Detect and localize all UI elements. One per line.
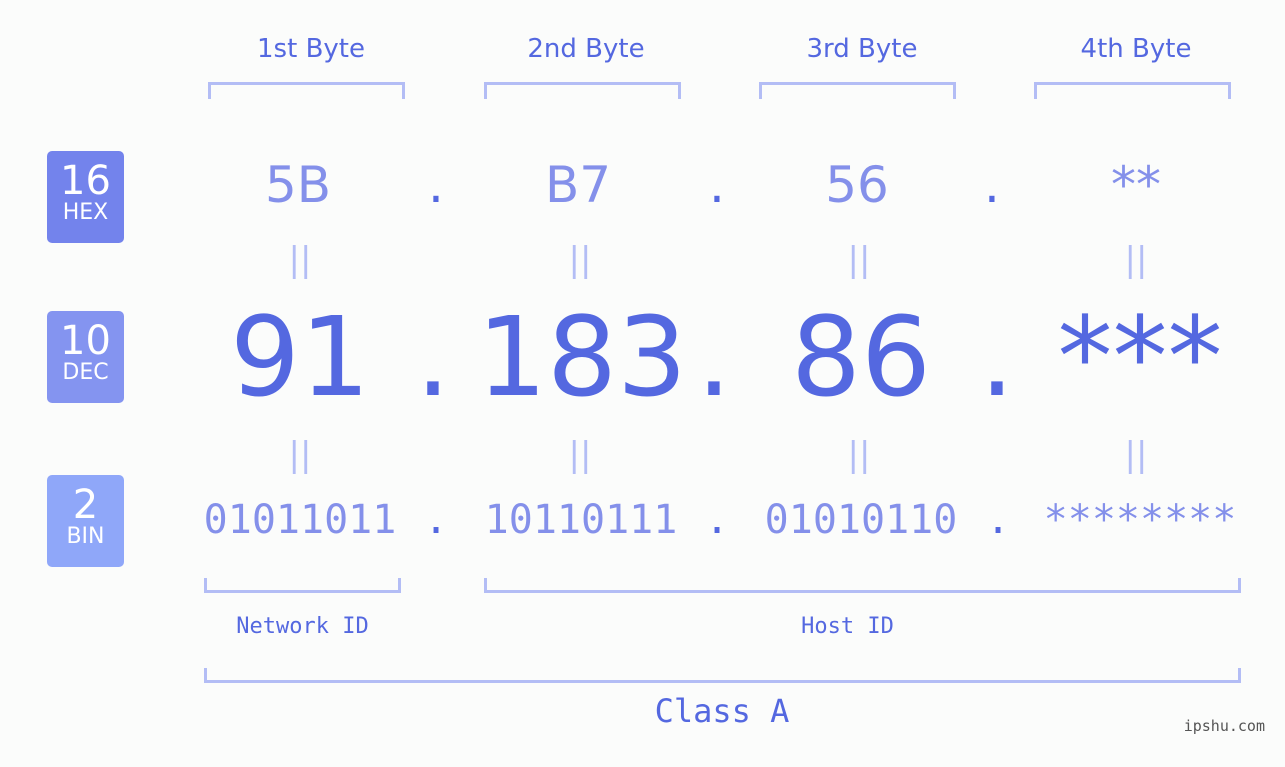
dec-byte-2: 183 [477,293,687,421]
dec-dot: . [696,293,732,421]
equals-sign: || [288,435,312,475]
equals-sign: || [568,435,592,475]
hex-byte-4: ** [1111,156,1161,214]
bin-dot: . [985,497,1011,543]
equals-sign: || [288,240,312,280]
bin-dot: . [423,497,449,543]
bin-byte-4: ******** [1043,497,1237,543]
bin-byte-1: 01011011 [203,497,397,543]
hex-badge-number: 16 [60,158,111,204]
bin-badge-label: BIN [66,524,105,549]
watermark: ipshu.com [1183,717,1265,735]
network-id-label: Network ID [236,614,369,639]
bin-badge-number: 2 [72,482,99,528]
header-byte-4: 4th Byte [1080,34,1192,64]
dec-dot: . [415,293,451,421]
class-label: Class A [654,692,790,730]
bracket-byte-4 [1034,82,1231,99]
bracket-byte-1 [208,82,405,99]
bracket-byte-2 [484,82,681,99]
class-bracket [204,668,1241,683]
dec-badge-number: 10 [60,318,111,364]
network-id-bracket [204,578,401,593]
equals-sign: || [847,240,871,280]
dec-byte-3: 86 [791,293,931,421]
hex-byte-2: B7 [544,156,612,214]
dec-badge: 10 DEC [47,311,124,403]
dec-badge-label: DEC [62,360,109,385]
hex-byte-3: 56 [825,156,889,214]
header-byte-2: 2nd Byte [527,34,645,64]
equals-sign: || [1124,240,1148,280]
bin-dot: . [704,497,730,543]
dec-byte-1: 91 [230,293,370,421]
hex-badge: 16 HEX [47,151,124,243]
host-id-bracket [484,578,1241,593]
hex-byte-1: 5B [264,156,332,214]
hex-dot: . [984,156,1000,214]
hex-dot: . [709,156,725,214]
equals-sign: || [847,435,871,475]
header-byte-3: 3rd Byte [806,34,918,64]
equals-sign: || [568,240,592,280]
hex-badge-label: HEX [62,200,109,225]
bin-byte-2: 10110111 [484,497,678,543]
bracket-byte-3 [759,82,956,99]
hex-dot: . [428,156,444,214]
dec-byte-4: *** [1057,293,1223,421]
equals-sign: || [1124,435,1148,475]
host-id-label: Host ID [801,614,894,639]
bin-badge: 2 BIN [47,475,124,567]
bin-byte-3: 01010110 [764,497,958,543]
header-byte-1: 1st Byte [257,34,365,64]
